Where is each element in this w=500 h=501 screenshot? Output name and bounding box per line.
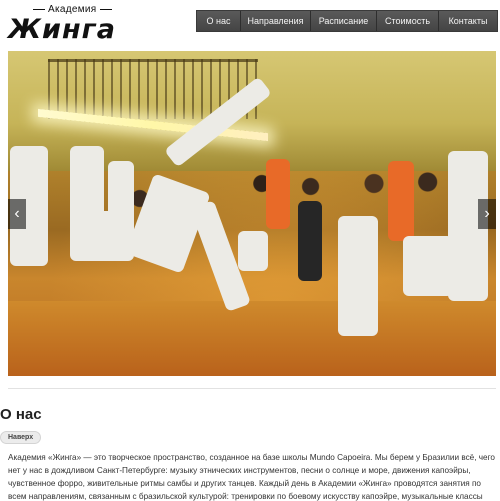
chevron-left-icon: ‹ bbox=[14, 205, 20, 222]
hero-person bbox=[403, 236, 453, 296]
nav-item-schedule[interactable]: Расписание bbox=[311, 11, 377, 31]
divider bbox=[8, 388, 496, 389]
nav-item-contacts[interactable]: Контакты bbox=[439, 11, 497, 31]
hero-person bbox=[298, 201, 322, 281]
logo[interactable]: Академия Жинга bbox=[8, 4, 128, 46]
about-text: Академия «Жинга» — это творческое простр… bbox=[8, 453, 495, 501]
slider-next-button[interactable]: › bbox=[478, 199, 496, 229]
hero-person bbox=[86, 211, 122, 261]
back-to-top-tag[interactable]: Наверх bbox=[0, 431, 42, 444]
nav-item-prices[interactable]: Стоимость bbox=[377, 11, 439, 31]
nav-item-about[interactable]: О нас bbox=[197, 11, 241, 31]
nav-item-directions[interactable]: Направления bbox=[241, 11, 311, 31]
chevron-right-icon: › bbox=[484, 205, 490, 222]
hero-slider[interactable]: ‹ › bbox=[8, 51, 496, 376]
hero-person bbox=[388, 161, 414, 241]
main-nav: О нас Направления Расписание Стоимость К… bbox=[196, 10, 498, 32]
hero-person bbox=[238, 231, 268, 271]
logo-title: Жинга bbox=[8, 14, 116, 45]
page: Академия Жинга О нас Направления Расписа… bbox=[0, 0, 500, 501]
slider-prev-button[interactable]: ‹ bbox=[8, 199, 26, 229]
hero-person bbox=[338, 216, 378, 336]
about-title: О нас bbox=[0, 406, 42, 423]
hero-person bbox=[266, 159, 290, 229]
hero-floor bbox=[8, 301, 496, 376]
